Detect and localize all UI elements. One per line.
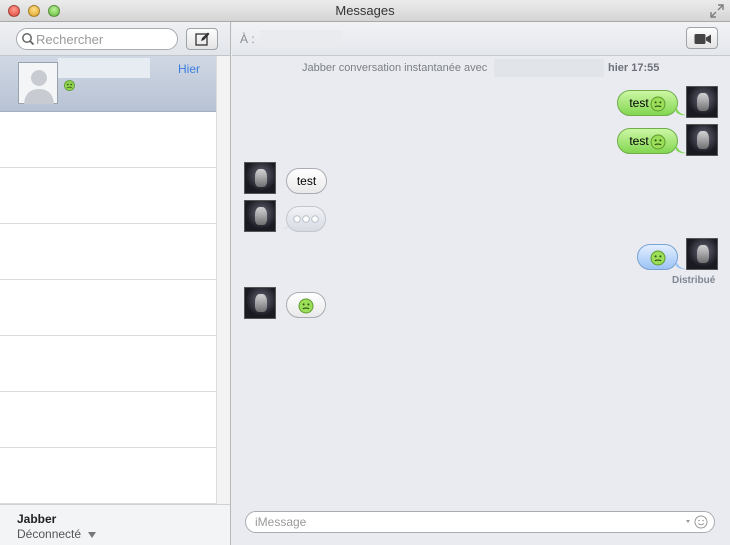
typing-indicator-bubble (286, 206, 326, 232)
recipient-bar: À : (232, 22, 730, 56)
empty-row (0, 168, 216, 224)
my-avatar (686, 124, 718, 156)
compose-icon (195, 32, 210, 46)
to-label: À : (240, 32, 255, 46)
search-toolbar (0, 22, 230, 56)
status-smiley-icon (64, 80, 75, 91)
message-text: test (296, 174, 317, 188)
video-call-button[interactable] (686, 27, 718, 49)
compose-button[interactable] (186, 28, 218, 50)
fullscreen-icon[interactable] (710, 4, 724, 18)
message-text: test (629, 134, 649, 148)
contact-name-redacted (58, 58, 150, 78)
messages-window: Messages Rechercher Hier Jabber Déconnec… (0, 0, 730, 545)
conversation-header: Jabber conversation instantanée avec (302, 62, 488, 74)
account-status: Déconnecté (17, 527, 82, 541)
contact-avatar-image (244, 287, 276, 319)
received-message-bubble[interactable]: test (286, 168, 327, 194)
recipient-id-redacted (494, 59, 604, 77)
conversation-time: Hier (178, 62, 201, 76)
conversation-pane: À : Jabber conversation instantanée avec… (232, 22, 730, 545)
contact-avatar (18, 62, 58, 104)
sidebar: Hier Jabber Déconnecté (0, 22, 231, 545)
window-title: Messages (335, 3, 395, 18)
smiley-icon (298, 298, 314, 314)
search-icon (22, 33, 35, 46)
search-field[interactable] (16, 28, 178, 50)
empty-row (0, 224, 216, 280)
message-input-bar (232, 506, 730, 545)
sent-message-bubble[interactable]: test (617, 128, 678, 154)
empty-row (0, 112, 216, 168)
smiley-icon (650, 134, 666, 150)
smiley-icon (650, 96, 666, 112)
smiley-icon (650, 250, 666, 266)
typing-dots-icon (293, 215, 319, 223)
my-avatar (686, 238, 718, 270)
account-name: Jabber (17, 512, 57, 526)
emoji-picker-icon[interactable] (683, 515, 711, 529)
chevron-down-icon[interactable] (88, 532, 96, 538)
recipient-redacted[interactable] (260, 30, 342, 46)
account-status-bar[interactable]: Jabber Déconnecté (0, 504, 230, 545)
search-input[interactable] (36, 31, 171, 47)
my-avatar (686, 86, 718, 118)
empty-row (0, 336, 216, 392)
message-text: test (629, 96, 649, 110)
conversation-list: Hier (0, 56, 216, 504)
message-input[interactable] (245, 511, 715, 533)
bubble-tail (676, 260, 686, 270)
contact-avatar-image (244, 162, 276, 194)
empty-row (0, 392, 216, 448)
conversation-start-time: hier 17:55 (608, 62, 660, 74)
sent-message-bubble[interactable]: test (617, 90, 678, 116)
bubble-tail (676, 106, 686, 116)
sent-message-bubble[interactable] (637, 244, 678, 270)
delivered-label: Distribué (672, 275, 716, 286)
conversation-item[interactable]: Hier (0, 56, 216, 112)
contact-avatar-image (244, 200, 276, 232)
title-bar: Messages (0, 0, 730, 22)
empty-row (0, 280, 216, 336)
received-message-bubble[interactable] (286, 292, 326, 318)
bubble-tail (676, 144, 686, 154)
empty-row (0, 448, 216, 504)
video-camera-icon (694, 34, 711, 44)
person-silhouette-icon (24, 70, 54, 104)
sidebar-scrollbar[interactable] (216, 56, 230, 504)
